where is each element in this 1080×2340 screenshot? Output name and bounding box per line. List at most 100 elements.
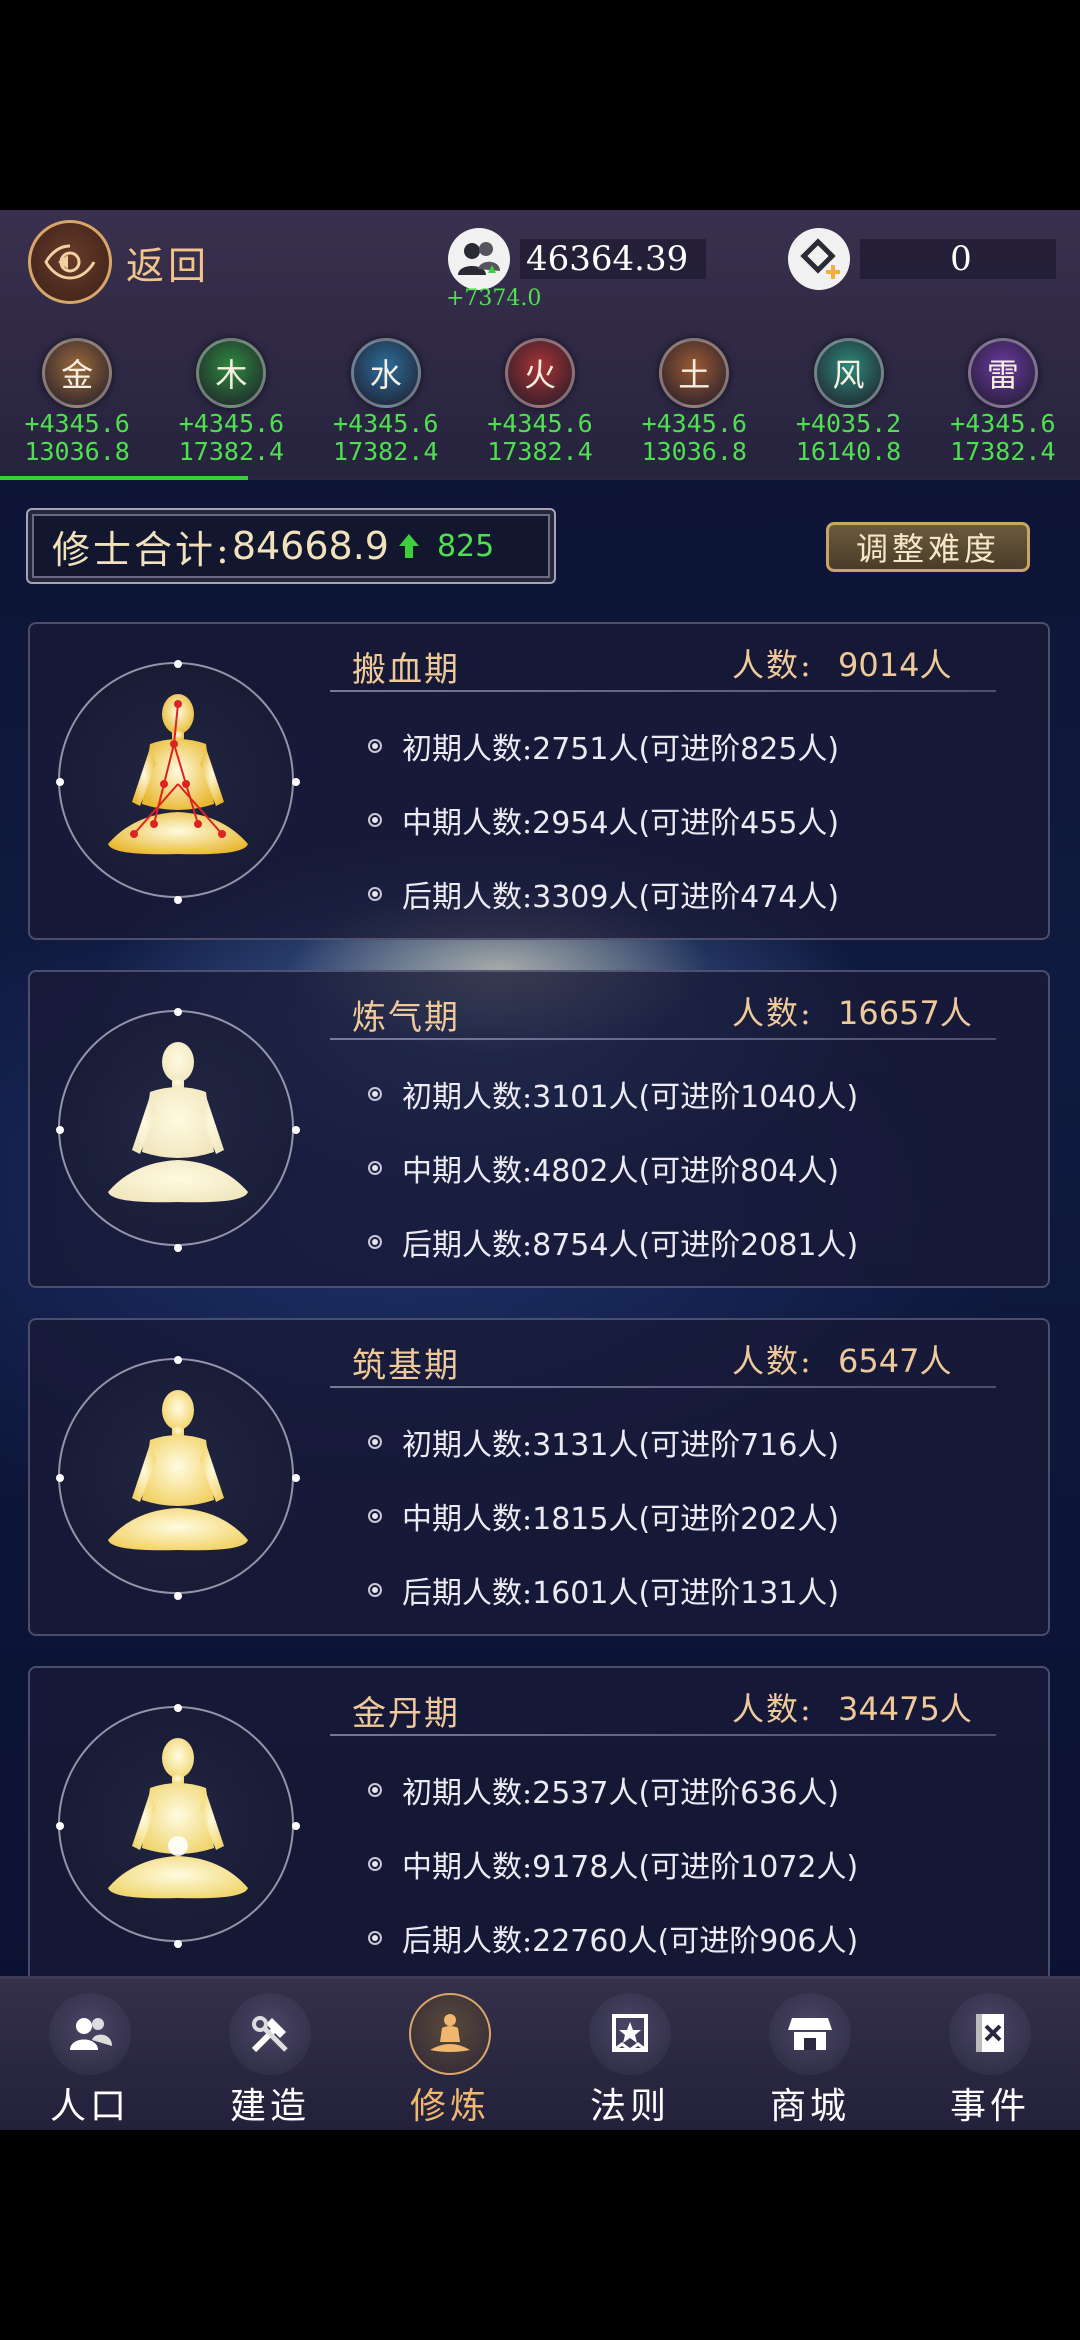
law-banner-icon — [589, 1993, 671, 2075]
ring-dot — [174, 1704, 182, 1712]
stage-value: 3309人(可进阶474人) — [532, 880, 840, 915]
element-rate: +4345.6 — [641, 409, 747, 438]
stage-row: 中期人数: 2954人(可进阶455人) — [368, 798, 839, 842]
stage-value: 4802人(可进阶804人) — [532, 1154, 840, 1189]
realm-name: 金丹期 — [352, 1694, 460, 1734]
element-orb: 火 — [504, 338, 575, 408]
ring-dot — [174, 1244, 182, 1252]
element-rate: +4345.6 — [950, 409, 1056, 438]
element-resource[interactable]: 木 +4345.6 17382.4 — [154, 338, 308, 466]
ring-dot — [174, 1008, 182, 1016]
realm-count: 34475人 — [838, 1690, 972, 1728]
element-orb: 水 — [350, 338, 421, 408]
nav-label: 事件 — [949, 2086, 1030, 2127]
element-orb: 雷 — [967, 338, 1038, 408]
divider — [330, 1038, 996, 1040]
bullet-icon — [368, 1857, 382, 1871]
element-rate: +4345.6 — [178, 409, 285, 438]
element-resource[interactable]: 火 +4345.6 17382.4 — [463, 338, 617, 466]
element-rate: +4345.6 — [333, 409, 439, 438]
element-resources: 金 +4345.6 13036.8 木 +4345.6 17382.4 水 +4345.6 17… — [0, 338, 1080, 466]
meditation-figure-qi — [108, 1042, 248, 1203]
realm-count: 6547人 — [838, 1342, 952, 1380]
stage-row: 初期人数: 3131人(可进阶716人) — [368, 1420, 839, 1464]
progress-bar — [0, 476, 1080, 480]
nav-label: 商城 — [769, 2086, 850, 2127]
stage-row: 初期人数: 3101人(可进阶1040人) — [368, 1072, 858, 1116]
element-resource[interactable]: 水 +4345.6 17382.4 — [309, 338, 463, 466]
realm-count-label: 人数: — [732, 646, 813, 684]
divider — [330, 1386, 996, 1388]
stage-label: 后期人数: — [402, 880, 533, 915]
stage-row: 中期人数: 9178人(可进阶1072人) — [368, 1842, 858, 1886]
realm-figure-ring — [56, 1356, 300, 1600]
element-resource[interactable]: 雷 +4345.6 17382.4 — [926, 338, 1080, 466]
stage-label: 初期人数: — [402, 732, 533, 767]
realm-count-label: 人数: — [732, 1342, 813, 1380]
stage-label: 初期人数: — [402, 1428, 533, 1463]
stage-value: 2954人(可进阶455人) — [532, 806, 840, 841]
element-resource[interactable]: 风 +4035.2 16140.8 — [771, 338, 925, 466]
adjust-difficulty-button[interactable]: 调整难度 — [826, 522, 1030, 572]
realm-count-label: 人数: — [732, 1690, 813, 1728]
stage-label: 初期人数: — [402, 1080, 533, 1115]
stage-value: 2537人(可进阶636人) — [532, 1776, 840, 1811]
event-book-icon — [949, 1993, 1031, 2075]
stage-label: 中期人数: — [402, 1154, 533, 1189]
meditation-figure-golden-core — [108, 1738, 248, 1899]
total-value: 84668.9 — [231, 524, 389, 568]
realm-card: 筑基期 人数: 6547人初期人数: 3131人(可进阶716人) 中期人数: 1815人… — [28, 1318, 1050, 1636]
back-button[interactable]: 返回 — [28, 220, 210, 304]
realm-figure-ring — [56, 1008, 300, 1252]
nav-item-1[interactable]: 建造 — [180, 1979, 360, 2130]
ring-dot — [292, 1126, 300, 1134]
ring-dot — [174, 1940, 182, 1948]
stage-row: 中期人数: 1815人(可进阶202人) — [368, 1494, 839, 1538]
stage-value: 9178人(可进阶1072人) — [532, 1850, 859, 1885]
realm-card: 金丹期 人数: 34475人 初期人数: 2537人(可进阶636人) 中期人数: 9178… — [28, 1666, 1050, 1984]
element-resource[interactable]: 土 +4345.6 13036.8 — [617, 338, 771, 466]
ring-dot — [174, 1592, 182, 1600]
add-currency-icon[interactable] — [788, 228, 850, 290]
nav-item-3[interactable]: 法则 — [540, 1979, 720, 2130]
stage-row: 后期人数: 8754人(可进阶2081人) — [368, 1220, 858, 1264]
bullet-icon — [368, 1235, 382, 1249]
back-label: 返回 — [126, 243, 211, 288]
realm-figure-ring — [56, 660, 300, 904]
ring-dot — [292, 1474, 300, 1482]
nav-item-4[interactable]: 商城 — [720, 1979, 900, 2130]
progress-fill — [0, 476, 249, 480]
realm-name: 筑基期 — [352, 1346, 460, 1386]
ring-dot — [56, 778, 64, 786]
realm-count: 9014人 — [838, 646, 952, 684]
ring-dot — [56, 1822, 64, 1830]
stage-value: 8754人(可进阶2081人) — [532, 1228, 859, 1263]
population-value: 46364.39 — [520, 239, 706, 279]
stage-row: 后期人数: 1601人(可进阶131人) — [368, 1568, 839, 1612]
stage-row: 初期人数: 2751人(可进阶825人) — [368, 724, 839, 768]
nav-item-5[interactable]: 事件 — [900, 1979, 1080, 2130]
realm-name: 搬血期 — [352, 650, 460, 690]
stage-label: 后期人数: — [402, 1228, 533, 1263]
total-gain: 825 — [436, 528, 495, 564]
element-rate: +4345.6 — [24, 409, 130, 438]
element-total: 17382.4 — [333, 437, 439, 466]
ring-dot — [56, 1474, 64, 1482]
people-icon — [49, 1993, 131, 2075]
element-rate: +4035.2 — [795, 409, 902, 438]
element-orb: 土 — [659, 338, 730, 408]
cultivator-total-panel: 修士合计: 84668.9 825 — [26, 508, 556, 584]
currency-value: 0 — [860, 239, 1056, 279]
currency-stat: 0 — [788, 228, 1056, 290]
element-resource[interactable]: 金 +4345.6 13036.8 — [0, 338, 154, 466]
realm-count-label: 人数: — [732, 994, 813, 1032]
stage-label: 后期人数: — [402, 1924, 533, 1959]
element-orb: 风 — [813, 338, 884, 408]
nav-item-2[interactable]: 修炼 — [360, 1979, 540, 2130]
stage-row: 中期人数: 4802人(可进阶804人) — [368, 1146, 839, 1190]
stage-label: 后期人数: — [402, 1576, 533, 1611]
nav-item-0[interactable]: 人口 — [0, 1979, 180, 2130]
element-rate: +4345.6 — [487, 409, 593, 438]
back-icon — [28, 220, 112, 304]
stage-row: 后期人数: 3309人(可进阶474人) — [368, 872, 839, 916]
